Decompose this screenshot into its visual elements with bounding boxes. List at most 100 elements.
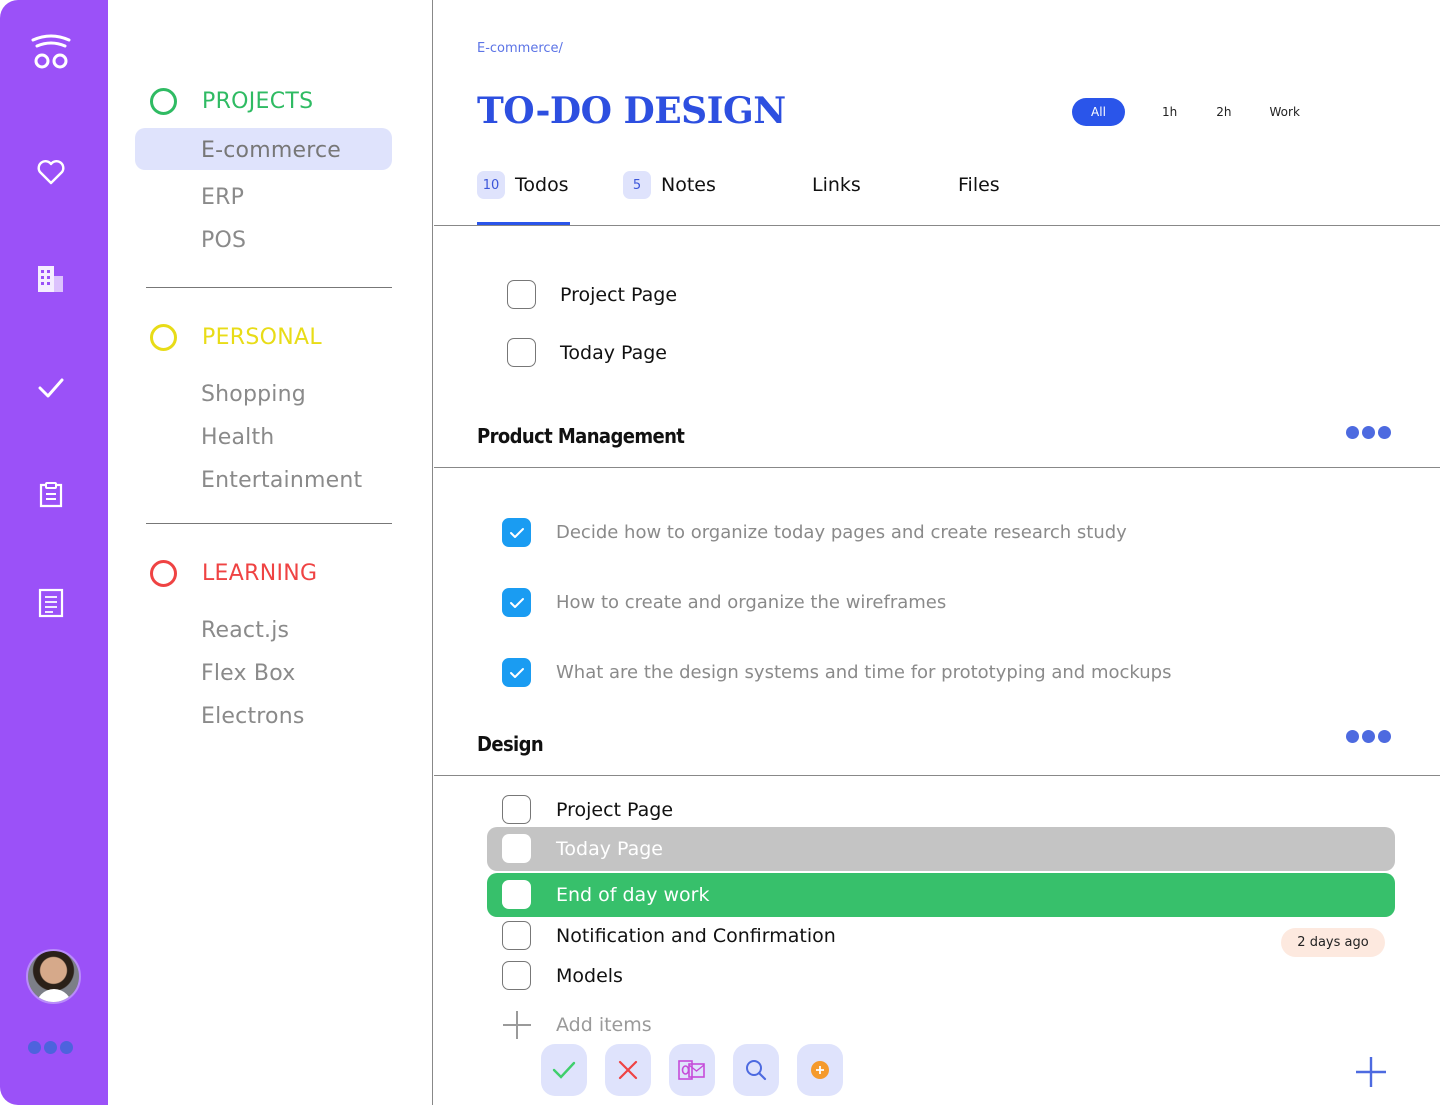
task-text: Today Page xyxy=(556,837,663,860)
task-checkbox[interactable] xyxy=(507,338,536,367)
filter-1h[interactable]: 1h xyxy=(1162,98,1177,126)
project-sidebar: PROJECTS E-commerce ERP POS PERSONAL Sho… xyxy=(108,0,434,1105)
tab-label: Todos xyxy=(515,174,569,196)
check-icon xyxy=(509,597,524,608)
group-projects[interactable]: PROJECTS xyxy=(150,88,313,115)
task-item-highlighted[interactable]: End of day work xyxy=(487,873,1395,917)
task-checkbox[interactable] xyxy=(502,880,531,909)
filter-work[interactable]: Work xyxy=(1270,98,1300,126)
more-options-icon[interactable] xyxy=(1346,426,1391,439)
plus-icon xyxy=(503,1011,531,1039)
breadcrumb[interactable]: E-commerce/ xyxy=(477,41,563,56)
task-text: Models xyxy=(556,964,623,987)
task-checkbox[interactable] xyxy=(507,280,536,309)
close-icon xyxy=(618,1060,638,1080)
add-circle-icon xyxy=(811,1061,829,1079)
task-text: Project Page xyxy=(556,798,674,821)
task-row: End of day work xyxy=(502,880,709,909)
tab-count-badge: 5 xyxy=(623,171,651,199)
task-text: How to create and organize the wireframe… xyxy=(556,592,947,613)
add-item-row[interactable]: Add items xyxy=(502,1010,652,1040)
check-icon xyxy=(509,667,524,678)
sidebar-item-reactjs[interactable]: React.js xyxy=(201,618,289,643)
group-title: PROJECTS xyxy=(202,89,314,114)
task-item[interactable]: How to create and organize the wireframe… xyxy=(502,588,946,617)
tab-bar: 10 Todos 5 Notes Links Files xyxy=(477,170,1177,226)
divider xyxy=(434,467,1440,468)
section-title-product-management: Product Management xyxy=(477,424,685,448)
task-checkbox[interactable] xyxy=(502,834,531,863)
sidebar-item-e-commerce[interactable]: E-commerce xyxy=(201,138,341,163)
task-item[interactable]: Notification and Confirmation xyxy=(502,921,836,950)
buildings-icon[interactable] xyxy=(29,258,73,302)
app-rail xyxy=(0,0,108,1105)
add-item-placeholder: Add items xyxy=(556,1014,652,1036)
task-checkbox-checked[interactable] xyxy=(502,588,531,617)
delete-button[interactable] xyxy=(605,1044,651,1096)
task-checkbox[interactable] xyxy=(502,795,531,824)
task-item[interactable]: Models xyxy=(502,961,623,990)
group-title: PERSONAL xyxy=(202,325,322,350)
tab-label: Notes xyxy=(661,174,716,196)
tab-label: Links xyxy=(812,174,861,196)
learning-ring-icon xyxy=(150,560,177,587)
task-text: Decide how to organize today pages and c… xyxy=(556,522,1127,543)
sidebar-item-shopping[interactable]: Shopping xyxy=(201,382,306,407)
filter-all[interactable]: All xyxy=(1072,98,1125,126)
task-item[interactable]: Project Page xyxy=(502,795,673,824)
clipboard-icon[interactable] xyxy=(29,473,73,517)
rail-more-icon[interactable] xyxy=(28,1041,73,1054)
task-item[interactable]: Today Page xyxy=(507,338,667,367)
task-item[interactable]: Decide how to organize today pages and c… xyxy=(502,518,1127,547)
sidebar-item-electrons[interactable]: Electrons xyxy=(201,704,305,729)
divider xyxy=(434,225,1440,226)
sidebar-item-erp[interactable]: ERP xyxy=(201,185,244,210)
search-button[interactable] xyxy=(733,1044,779,1096)
tab-links[interactable]: Links xyxy=(812,170,861,200)
page-title: TO-DO DESIGN xyxy=(477,90,786,132)
personal-ring-icon xyxy=(150,324,177,351)
task-text: Today Page xyxy=(560,341,667,364)
outlook-icon xyxy=(678,1060,705,1080)
group-learning[interactable]: LEARNING xyxy=(150,560,317,587)
group-title: LEARNING xyxy=(202,561,318,586)
task-checkbox-checked[interactable] xyxy=(502,658,531,687)
check-icon[interactable] xyxy=(29,366,73,410)
outlook-button[interactable] xyxy=(669,1044,715,1096)
document-icon[interactable] xyxy=(29,581,73,625)
tab-notes[interactable]: 5 Notes xyxy=(623,170,716,200)
action-toolbar xyxy=(541,1044,843,1096)
time-badge: 2 days ago xyxy=(1281,928,1385,957)
avatar[interactable] xyxy=(26,949,81,1004)
task-checkbox[interactable] xyxy=(502,921,531,950)
task-checkbox[interactable] xyxy=(502,961,531,990)
divider xyxy=(146,287,392,288)
group-personal[interactable]: PERSONAL xyxy=(150,324,322,351)
main-content: E-commerce/ TO-DO DESIGN All 1h 2h Work … xyxy=(434,0,1440,1105)
task-item-highlighted[interactable]: Today Page xyxy=(487,827,1395,871)
sidebar-item-pos[interactable]: POS xyxy=(201,228,246,253)
search-icon xyxy=(746,1060,767,1081)
task-item[interactable]: Project Page xyxy=(507,280,677,309)
task-text: What are the design systems and time for… xyxy=(556,662,1172,683)
sidebar-item-entertainment[interactable]: Entertainment xyxy=(201,468,362,493)
plus-icon[interactable] xyxy=(1354,1055,1388,1089)
mark-done-button[interactable] xyxy=(541,1044,587,1096)
projects-ring-icon xyxy=(150,88,177,115)
task-checkbox-checked[interactable] xyxy=(502,518,531,547)
tab-todos[interactable]: 10 Todos xyxy=(477,170,569,200)
heart-icon[interactable] xyxy=(29,150,73,194)
task-item[interactable]: What are the design systems and time for… xyxy=(502,658,1171,687)
sidebar-border xyxy=(432,0,433,1105)
more-options-icon[interactable] xyxy=(1346,730,1391,743)
app-logo-icon[interactable] xyxy=(29,30,73,74)
sidebar-item-flex-box[interactable]: Flex Box xyxy=(201,661,295,686)
tab-files[interactable]: Files xyxy=(958,170,1000,200)
tab-count-badge: 10 xyxy=(477,171,505,199)
add-circle-button[interactable] xyxy=(797,1044,843,1096)
check-icon xyxy=(509,527,524,538)
filter-2h[interactable]: 2h xyxy=(1216,98,1231,126)
task-text: Project Page xyxy=(560,283,678,306)
sidebar-item-health[interactable]: Health xyxy=(201,425,274,450)
divider xyxy=(146,523,392,524)
